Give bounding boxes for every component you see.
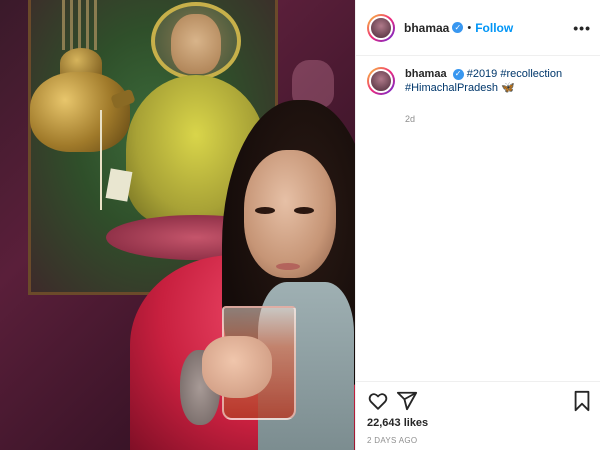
post-date[interactable]: 2 DAYS AGO bbox=[367, 436, 417, 445]
buddha-head bbox=[171, 14, 221, 74]
hand bbox=[202, 336, 272, 398]
caption-verified-icon: ✓ bbox=[452, 68, 464, 80]
kettle-chain bbox=[62, 0, 102, 50]
action-bar bbox=[356, 381, 600, 421]
left-eye bbox=[255, 207, 275, 214]
hashtag-recollection[interactable]: #recollection bbox=[500, 68, 562, 80]
right-eye bbox=[294, 207, 314, 214]
follow-button[interactable]: Follow bbox=[475, 21, 513, 35]
heart-icon[interactable] bbox=[367, 390, 389, 412]
post-header: bhamaa ✓ • Follow ••• bbox=[356, 0, 600, 56]
side-panel: bhamaa ✓ • Follow ••• bhamaa ✓ #2019 #re… bbox=[355, 0, 600, 450]
caption-username[interactable]: bhamaa bbox=[405, 68, 447, 80]
share-icon[interactable] bbox=[396, 390, 418, 412]
face bbox=[244, 150, 336, 278]
verified-icon: ✓ bbox=[452, 22, 464, 33]
butterfly-emoji: 🦋 bbox=[501, 82, 515, 94]
time-ago[interactable]: 2d bbox=[405, 112, 592, 126]
bookmark-icon[interactable] bbox=[572, 390, 592, 412]
post-photo[interactable] bbox=[0, 0, 355, 450]
tea-tag-string bbox=[100, 110, 102, 210]
caption-comment: bhamaa ✓ #2019 #recollection #HimachalPr… bbox=[367, 67, 592, 126]
caption-text: bhamaa ✓ #2019 #recollection #HimachalPr… bbox=[405, 67, 592, 126]
avatar[interactable] bbox=[367, 13, 395, 42]
more-icon[interactable]: ••• bbox=[573, 20, 591, 36]
likes-count[interactable]: 22,643 likes bbox=[367, 417, 428, 429]
caption-avatar-image bbox=[369, 69, 393, 93]
mouth bbox=[276, 263, 300, 270]
hashtag-2019[interactable]: #2019 bbox=[467, 68, 498, 80]
separator-dot: • bbox=[467, 21, 472, 34]
kettle bbox=[30, 72, 130, 152]
caption-avatar[interactable] bbox=[367, 67, 395, 95]
username[interactable]: bhamaa bbox=[404, 21, 449, 35]
hashtag-himachalpradesh[interactable]: #HimachalPradesh bbox=[405, 82, 498, 94]
avatar-image bbox=[369, 15, 393, 40]
